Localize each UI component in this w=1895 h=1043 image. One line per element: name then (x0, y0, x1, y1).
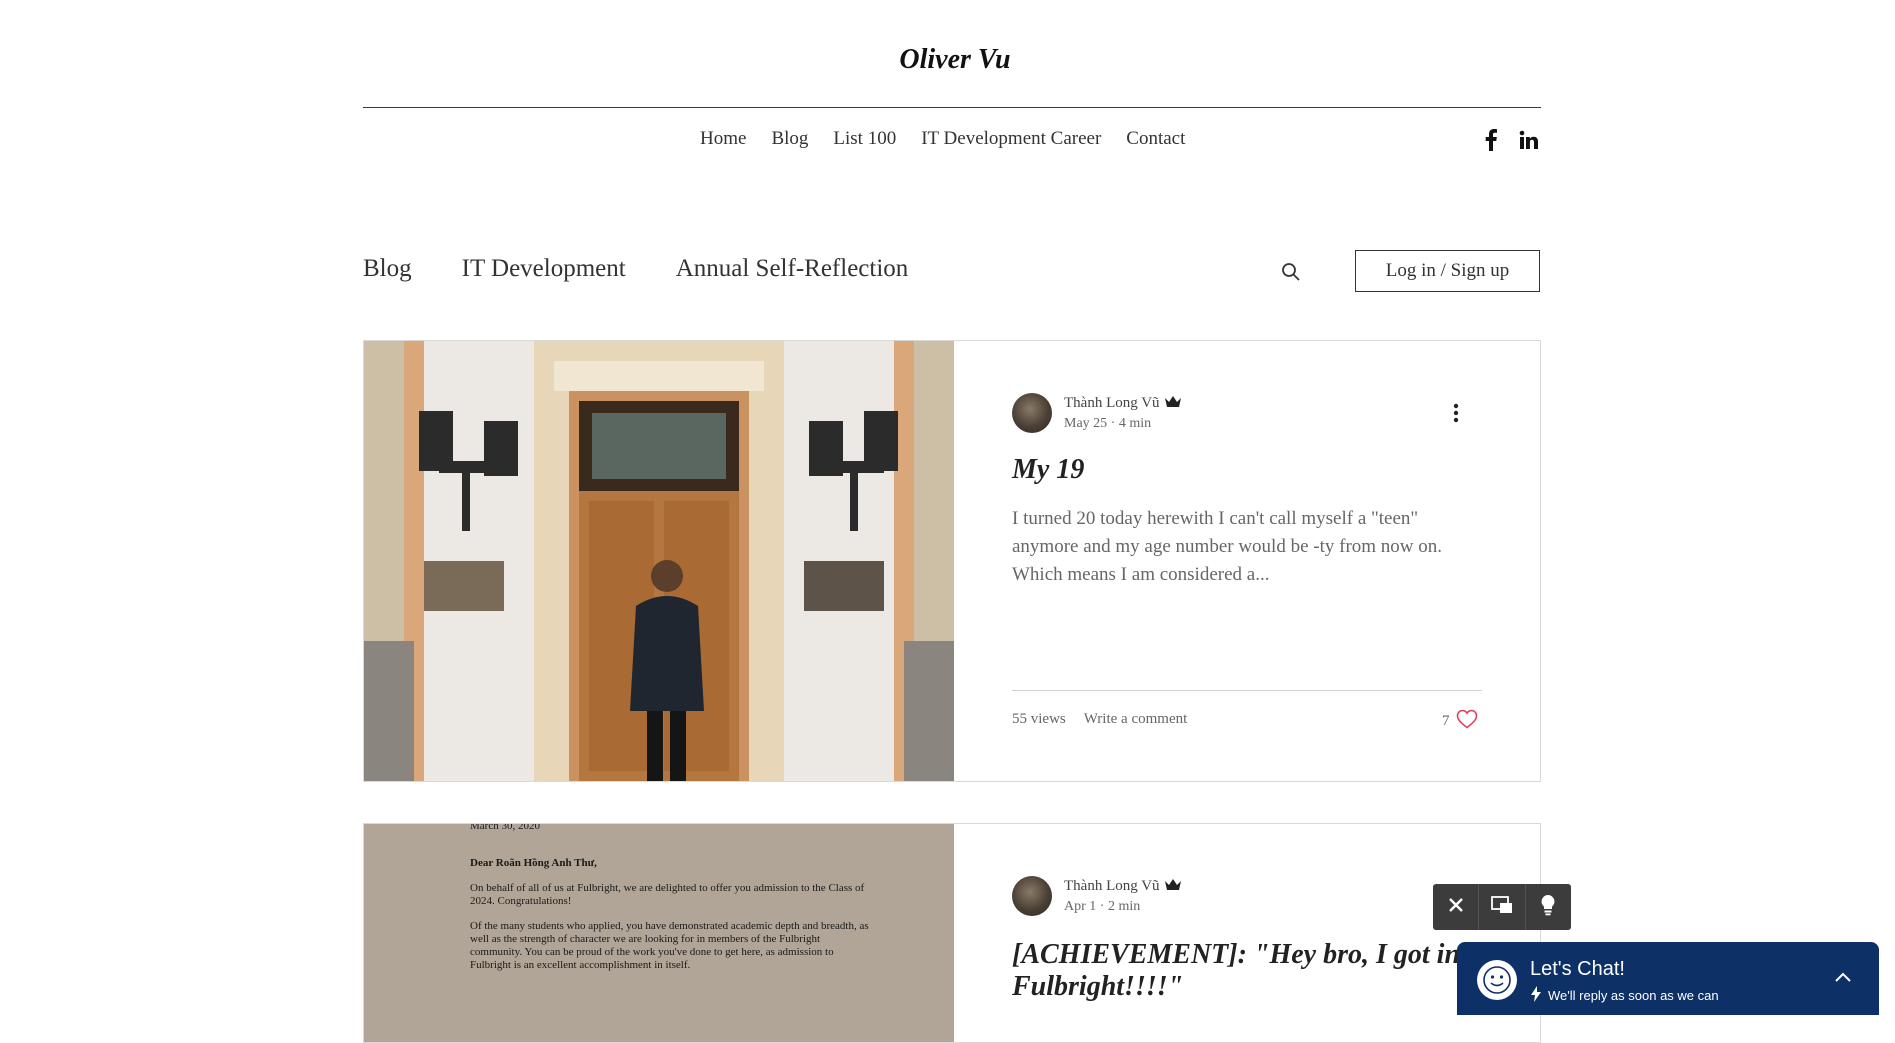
crown-icon (1164, 878, 1182, 896)
crown-icon (1164, 395, 1182, 413)
header-divider (363, 107, 1541, 108)
social-bar (1479, 128, 1541, 152)
dot-separator: · (1099, 898, 1108, 914)
like-count: 7 (1442, 713, 1450, 729)
author-name[interactable]: Thành Long Vũ (1064, 878, 1182, 896)
chat-subtitle-text: We'll reply as soon as we can (1548, 988, 1719, 1003)
like-button[interactable]: 7 (1442, 709, 1478, 734)
chevron-up-icon[interactable] (1831, 966, 1855, 990)
close-icon (1448, 897, 1464, 918)
author-meta: Thành Long Vũ Apr 1 · 2 min (1064, 878, 1182, 915)
author-meta: Thành Long Vũ May 25 · 4 min (1064, 395, 1182, 432)
write-comment-link[interactable]: Write a comment (1084, 711, 1188, 728)
post-cover-image[interactable]: March 30, 2020 Dear Roãn Hồng Anh Thư, O… (364, 824, 954, 1042)
author-name[interactable]: Thành Long Vũ (1064, 395, 1182, 413)
avatar[interactable] (1012, 393, 1052, 433)
lightbulb-icon (1540, 894, 1556, 921)
category-annual-self-reflection[interactable]: Annual Self-Reflection (676, 255, 909, 283)
linkedin-icon[interactable] (1517, 128, 1541, 152)
chat-subtitle: We'll reply as soon as we can (1530, 986, 1719, 1005)
site-title[interactable]: Oliver Vu (0, 44, 1895, 76)
chat-controls (1433, 884, 1571, 930)
read-time: 4 min (1118, 415, 1152, 431)
nav-contact[interactable]: Contact (1126, 128, 1185, 150)
post-divider (1012, 690, 1482, 691)
post-date: May 25 (1064, 415, 1108, 431)
dot-separator: · (1110, 415, 1119, 431)
close-chat-button[interactable] (1433, 884, 1480, 930)
read-time: 2 min (1107, 898, 1141, 914)
nav-it-development-career[interactable]: IT Development Career (921, 128, 1101, 150)
heart-icon (1456, 709, 1478, 734)
nav-blog[interactable]: Blog (771, 128, 808, 150)
more-options-icon[interactable] (1446, 401, 1466, 425)
post-date-line: May 25 · 4 min (1064, 416, 1182, 432)
blog-category-nav: Blog IT Development Annual Self-Reflecti… (363, 255, 908, 283)
author-row[interactable]: Thành Long Vũ May 25 · 4 min (1012, 393, 1182, 433)
letter-paragraph: Of the many students who applied, you ha… (470, 920, 869, 971)
post-date: Apr 1 (1064, 898, 1097, 914)
facebook-icon[interactable] (1479, 128, 1503, 152)
letter-salutation: Dear Roãn Hồng Anh Thư, (470, 857, 597, 869)
category-blog[interactable]: Blog (363, 255, 412, 283)
author-name-text: Thành Long Vũ (1064, 878, 1160, 894)
avatar[interactable] (1012, 876, 1052, 916)
login-signup-button[interactable]: Log in / Sign up (1355, 250, 1540, 292)
post-card[interactable]: March 30, 2020 Dear Roãn Hồng Anh Thư, O… (363, 823, 1541, 1043)
post-title[interactable]: [ACHIEVEMENT]: "Hey bro, I got into Fulb… (1012, 939, 1482, 1003)
letter-date: March 30, 2020 (470, 824, 540, 832)
popout-chat-button[interactable] (1479, 884, 1526, 930)
post-card[interactable]: Thành Long Vũ May 25 · 4 min My 19 I tur… (363, 340, 1541, 782)
tips-button[interactable] (1526, 884, 1571, 930)
letter-image: March 30, 2020 Dear Roãn Hồng Anh Thư, O… (470, 824, 870, 972)
post-title[interactable]: My 19 (1012, 454, 1492, 486)
post-excerpt[interactable]: I turned 20 today herewith I can't call … (1012, 505, 1482, 589)
search-icon[interactable] (1281, 262, 1303, 284)
lightning-icon (1530, 986, 1542, 1005)
category-it-development[interactable]: IT Development (462, 255, 626, 283)
popout-window-icon (1491, 895, 1513, 919)
view-count: 55 views (1012, 711, 1066, 727)
chat-smiley-icon (1477, 960, 1517, 1000)
chat-widget[interactable]: Let's Chat! We'll reply as soon as we ca… (1457, 942, 1879, 1015)
author-row[interactable]: Thành Long Vũ Apr 1 · 2 min (1012, 876, 1182, 916)
post-stats: 55 views Write a comment (1012, 711, 1187, 728)
chat-title: Let's Chat! (1530, 958, 1625, 980)
post-date-line: Apr 1 · 2 min (1064, 899, 1182, 915)
main-nav: Home Blog List 100 IT Development Career… (700, 128, 1185, 150)
post-cover-image[interactable] (364, 341, 954, 781)
nav-home[interactable]: Home (700, 128, 746, 150)
author-name-text: Thành Long Vũ (1064, 395, 1160, 411)
nav-list-100[interactable]: List 100 (833, 128, 896, 150)
letter-paragraph: On behalf of all of us at Fulbright, we … (470, 882, 865, 907)
